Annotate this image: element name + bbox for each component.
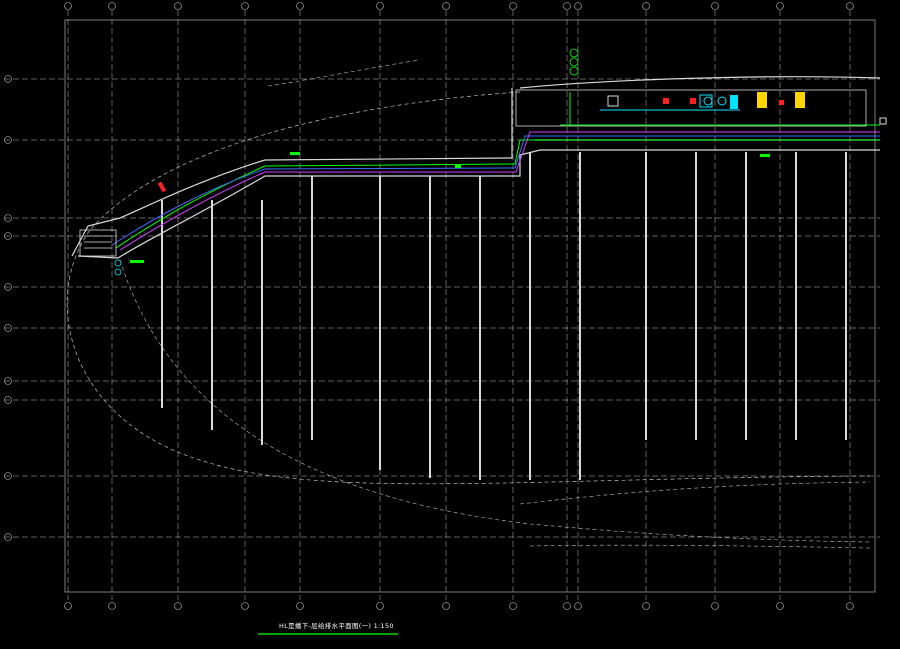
axis-bubble	[642, 2, 650, 10]
drawing-title: HL是播下-层给排水平面图(一) 1:150	[279, 621, 394, 630]
axis-bubble	[241, 602, 249, 610]
axis-bubble	[711, 2, 719, 10]
axis-bubble	[64, 602, 72, 610]
top-equipment-symbols	[569, 48, 579, 76]
dashed-outline-curve	[66, 91, 871, 485]
axis-bubble	[108, 2, 116, 10]
axis-bubble	[846, 2, 854, 10]
axis-bubble	[442, 2, 450, 10]
dashed-curve-top	[267, 59, 421, 87]
axis-bubble	[174, 602, 182, 610]
axis-bubble	[846, 602, 854, 610]
axis-bubble	[442, 602, 450, 610]
axis-bubble	[776, 602, 784, 610]
axis-bubble	[509, 602, 517, 610]
axis-bubble	[174, 2, 182, 10]
axis-bubble	[574, 602, 582, 610]
equipment-room	[515, 89, 887, 127]
axis-bubble	[241, 2, 249, 10]
drawing-border	[64, 19, 876, 593]
pipes	[111, 92, 880, 251]
axis-bubble	[376, 602, 384, 610]
axis-bubble	[574, 2, 582, 10]
left-end-room	[79, 229, 122, 276]
dashed-curve-lower-3	[529, 544, 871, 549]
cad-drawing-canvas: HL是播下-层给排水平面图(一) 1:150	[4, 2, 887, 635]
axis-bubble	[296, 2, 304, 10]
axis-grid	[4, 10, 880, 600]
axis-bubble	[376, 2, 384, 10]
column-lines	[161, 152, 847, 480]
axis-bubble	[711, 602, 719, 610]
axis-bubble	[642, 602, 650, 610]
axis-bubble	[296, 602, 304, 610]
axis-bubble	[563, 2, 571, 10]
axis-bubble	[776, 2, 784, 10]
axis-bubble	[563, 602, 571, 610]
axis-bubble	[509, 2, 517, 10]
red-marker	[157, 181, 167, 193]
axis-bubble	[108, 602, 116, 610]
dashed-curve-lower-1	[519, 481, 871, 505]
axis-bubble	[64, 2, 72, 10]
dashed-curve-lower-2	[119, 259, 871, 543]
